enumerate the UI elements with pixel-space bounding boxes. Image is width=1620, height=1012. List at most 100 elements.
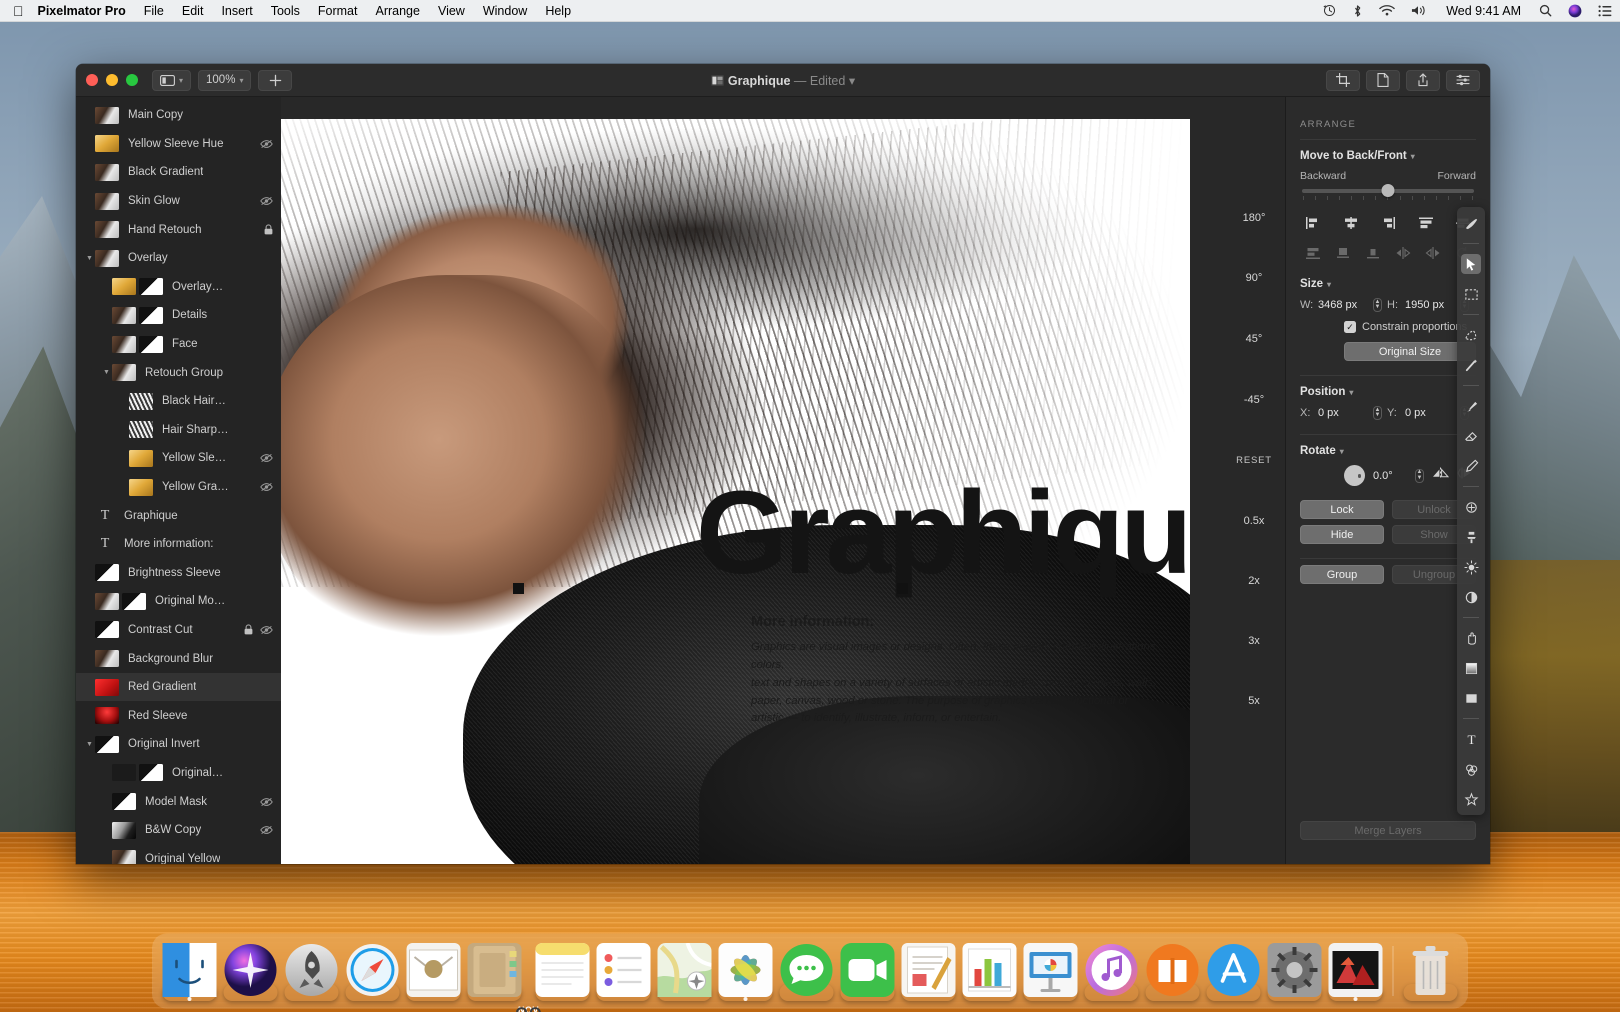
move-to-back-front-header[interactable]: Move to Back/Front ▾ — [1300, 150, 1476, 162]
notes-icon[interactable] — [536, 984, 590, 1001]
dock-item[interactable] — [346, 943, 400, 1002]
layer-row[interactable]: Original Yellow — [76, 844, 281, 864]
layer-row[interactable]: ▼Overlay — [76, 244, 281, 273]
lock-icon[interactable] — [244, 624, 253, 635]
align-center-horizontal-icon[interactable] — [1340, 214, 1362, 232]
hidden-eye-icon[interactable] — [260, 453, 273, 463]
safari-icon[interactable] — [346, 984, 400, 1001]
hidden-eye-icon[interactable] — [260, 797, 273, 807]
dock-item[interactable] — [1268, 943, 1322, 1002]
rotate-preset-90[interactable]: 90° — [1224, 272, 1284, 284]
facetime-icon[interactable] — [841, 984, 895, 1001]
align-top-icon[interactable] — [1415, 214, 1437, 232]
dock[interactable]: NOV29 — [153, 934, 1468, 1008]
type-tool-icon[interactable]: T — [1461, 729, 1481, 749]
sidebar-toggle-icon[interactable]: ▾ — [152, 70, 191, 91]
minimize-button[interactable] — [106, 74, 118, 86]
layer-row[interactable]: Hand Retouch — [76, 215, 281, 244]
hidden-eye-icon[interactable] — [260, 825, 273, 835]
dock-item[interactable] — [224, 943, 278, 1002]
dock-item[interactable] — [468, 943, 522, 1002]
layer-row[interactable]: Main Copy — [76, 101, 281, 130]
zoom-level-button[interactable]: 100% ▾ — [198, 70, 251, 91]
menu-item-edit[interactable]: Edit — [173, 4, 213, 18]
arrange-tool-icon[interactable] — [1461, 254, 1481, 274]
merge-layers-button[interactable]: Merge Layers — [1300, 821, 1476, 840]
rotate-section-header[interactable]: Rotate ▾ — [1300, 445, 1476, 457]
hidden-eye-icon[interactable] — [260, 625, 273, 635]
magic-wand-icon[interactable] — [1461, 355, 1481, 375]
favorites-star-icon[interactable] — [1461, 789, 1481, 809]
align-left-icon[interactable] — [1302, 214, 1324, 232]
y-value[interactable]: 0 px — [1405, 407, 1455, 419]
maps-icon[interactable] — [658, 984, 712, 1001]
rotate-preset-45[interactable]: -45° — [1224, 394, 1284, 406]
dock-item[interactable] — [658, 943, 712, 1002]
layer-row[interactable]: Original Mo… — [76, 587, 281, 616]
x-stepper[interactable]: ▲▼ — [1373, 406, 1382, 420]
layer-row[interactable]: Red Sleeve — [76, 701, 281, 730]
rectangle-select-icon[interactable] — [1461, 284, 1481, 304]
pen-icon[interactable] — [1461, 456, 1481, 476]
share-icon[interactable] — [1406, 70, 1440, 91]
selection-handle[interactable] — [513, 583, 524, 594]
disclosure-triangle-icon[interactable]: ▼ — [84, 741, 95, 748]
paint-brush-icon[interactable] — [1461, 396, 1481, 416]
flip-h-icon[interactable] — [1392, 244, 1414, 262]
lock-icon[interactable] — [264, 224, 273, 235]
layer-row[interactable]: Brightness Sleeve — [76, 559, 281, 588]
hidden-eye-icon[interactable] — [260, 482, 273, 492]
flip-horizontal-icon[interactable] — [1432, 466, 1449, 485]
search-icon[interactable] — [1531, 4, 1560, 17]
dock-item[interactable] — [719, 943, 773, 1002]
rotate-preset-3x[interactable]: 3x — [1224, 635, 1284, 647]
menu-item-view[interactable]: View — [429, 4, 474, 18]
keynote-icon[interactable] — [1024, 984, 1078, 1001]
rotate-stepper[interactable]: ▲▼ — [1415, 469, 1424, 483]
layer-row[interactable]: Overlay… — [76, 273, 281, 302]
layer-row[interactable]: TMore information: — [76, 530, 281, 559]
mail-icon[interactable] — [407, 984, 461, 1001]
x-value[interactable]: 0 px — [1318, 407, 1368, 419]
constrain-proportions-checkbox[interactable]: ✓ — [1344, 321, 1356, 333]
ibooks-icon[interactable] — [1146, 984, 1200, 1001]
rotate-angle-value[interactable]: 0.0° — [1373, 470, 1407, 482]
rotate-preset-2x[interactable]: 2x — [1224, 575, 1284, 587]
menu-item-help[interactable]: Help — [536, 4, 580, 18]
size-section-header[interactable]: Size ▾ — [1300, 278, 1476, 290]
brush-preview-icon[interactable] — [1461, 213, 1481, 233]
layer-row[interactable]: Skin Glow — [76, 187, 281, 216]
rotate-preset-05x[interactable]: 0.5x — [1224, 515, 1284, 527]
numbers-icon[interactable] — [963, 984, 1017, 1001]
dock-item[interactable] — [1404, 943, 1458, 1002]
menu-bar-clock[interactable]: Wed 9:41 AM — [1436, 4, 1531, 18]
arrange-slider[interactable] — [1302, 189, 1474, 193]
layer-row[interactable]: Details — [76, 301, 281, 330]
dock-item[interactable] — [841, 943, 895, 1002]
system-preferences-icon[interactable] — [1268, 984, 1322, 1001]
rotate-dial[interactable] — [1344, 465, 1365, 486]
layer-row[interactable]: Black Gradient — [76, 158, 281, 187]
rotate-preset-180[interactable]: 180° — [1224, 212, 1284, 224]
position-section-header[interactable]: Position ▾ — [1300, 386, 1476, 398]
dock-item[interactable] — [407, 943, 461, 1002]
hidden-eye-icon[interactable] — [260, 196, 273, 206]
canvas-body-text[interactable]: More information: Graphics are visual im… — [751, 614, 1181, 728]
layer-row[interactable]: ▼Retouch Group — [76, 358, 281, 387]
launchpad-icon[interactable] — [285, 984, 339, 1001]
selection-handle[interactable] — [897, 583, 908, 594]
wifi-icon[interactable] — [1371, 4, 1403, 17]
canvas-area[interactable]: Graphique More information: Graphics are… — [281, 97, 1285, 864]
contacts-icon[interactable] — [468, 984, 522, 1001]
reminders-icon[interactable] — [597, 984, 651, 1001]
layer-row[interactable]: Black Hair… — [76, 387, 281, 416]
disclosure-triangle-icon[interactable]: ▼ — [101, 369, 112, 376]
layer-row[interactable]: Model Mask — [76, 787, 281, 816]
crop-icon[interactable] — [1326, 70, 1360, 91]
dock-item[interactable] — [1085, 943, 1139, 1002]
trash-icon[interactable] — [1404, 984, 1458, 1001]
color-adjust-icon[interactable] — [1461, 587, 1481, 607]
bluetooth-icon[interactable] — [1344, 4, 1371, 18]
volume-icon[interactable] — [1403, 4, 1436, 17]
rotate-preset-5x[interactable]: 5x — [1224, 695, 1284, 707]
